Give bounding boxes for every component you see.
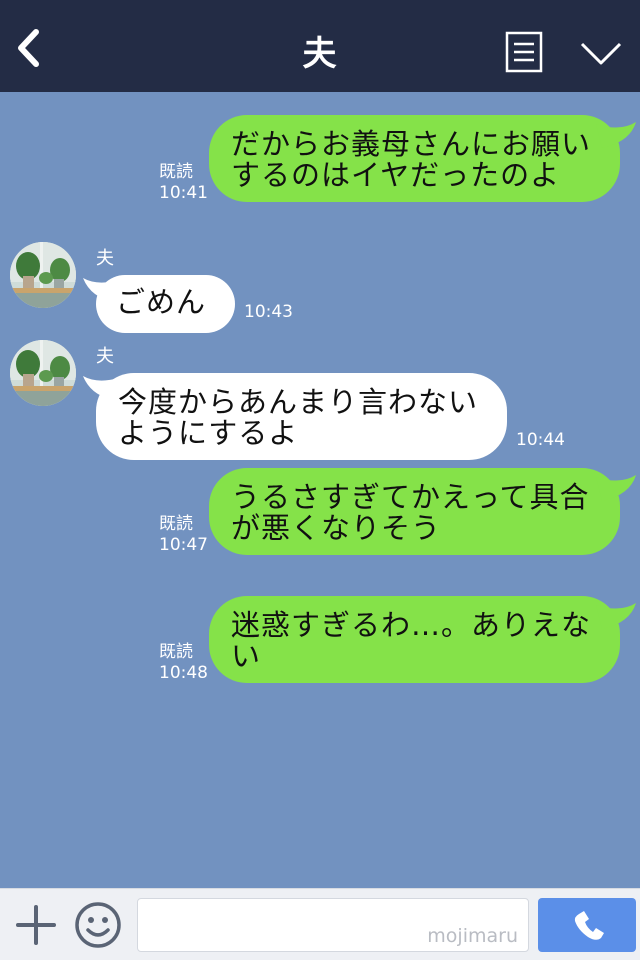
avatar[interactable] — [10, 242, 76, 308]
phone-icon — [574, 911, 604, 940]
document-lines-icon — [505, 31, 543, 73]
chevron-down-icon — [580, 42, 622, 65]
emoji-button[interactable] — [74, 901, 122, 949]
message-line: い — [231, 639, 262, 673]
plant-avatar-image — [10, 340, 76, 406]
menu-button[interactable] — [505, 31, 543, 73]
message-bubble[interactable]: 今度からあんまり言わない ようにするよ — [96, 373, 507, 460]
smiley-icon — [75, 902, 121, 948]
collapse-button[interactable] — [578, 36, 624, 70]
add-attachment-button[interactable] — [14, 903, 58, 947]
chat-header: 夫 — [0, 0, 640, 92]
message-bubble[interactable]: うるさすぎてかえって具合 が悪くなりそう — [209, 468, 620, 555]
chat-title: 夫 — [302, 34, 338, 74]
message-line: うるさすぎてかえって具合 — [231, 480, 590, 514]
message-time: 10:44 — [516, 430, 565, 450]
bubble-tail — [596, 475, 636, 501]
sender-name: 夫 — [96, 346, 114, 367]
message-composer: mojimaru — [0, 888, 640, 960]
message-line: ごめん — [116, 285, 207, 319]
watermark: mojimaru — [427, 925, 518, 947]
message-time: 10:43 — [244, 302, 293, 322]
message-line: が悪くなりそう — [231, 511, 442, 545]
message-line: 今度からあんまり言わない — [118, 385, 479, 419]
read-receipt: 既読 10:47 — [159, 514, 208, 555]
message-bubble[interactable]: ごめん — [96, 275, 235, 333]
plant-avatar-image — [10, 242, 76, 308]
bubble-tail — [596, 122, 636, 148]
message-line: 迷惑すぎるわ…。ありえな — [231, 608, 592, 642]
message-bubble[interactable]: 迷惑すぎるわ…。ありえな い — [209, 596, 620, 683]
message-line: だからお義母さんにお願い — [231, 127, 592, 161]
bubble-tail — [596, 603, 636, 629]
message-list[interactable]: 既読 10:41 だからお義母さんにお願い するのはイヤだったのよ 夫 ごめん … — [0, 92, 640, 888]
message-line: ようにするよ — [118, 416, 299, 450]
message-bubble[interactable]: だからお義母さんにお願い するのはイヤだったのよ — [209, 115, 620, 202]
call-button[interactable] — [538, 898, 636, 952]
message-input[interactable]: mojimaru — [137, 898, 529, 952]
plus-icon — [16, 905, 56, 945]
message-line: するのはイヤだったのよ — [231, 158, 561, 192]
read-receipt: 既読 10:41 — [159, 162, 208, 203]
avatar[interactable] — [10, 340, 76, 406]
read-receipt: 既読 10:48 — [159, 642, 208, 683]
sender-name: 夫 — [96, 248, 114, 269]
